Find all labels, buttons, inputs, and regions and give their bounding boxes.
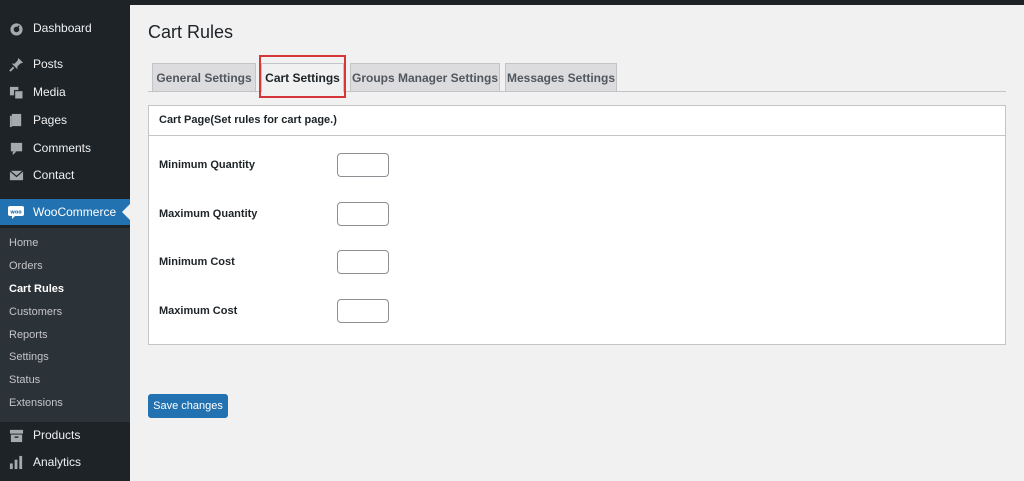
submenu-item-status[interactable]: Status <box>9 370 40 390</box>
panel-header: Cart Page(Set rules for cart page.) <box>149 106 1005 136</box>
maximum-cost-label: Maximum Cost <box>159 305 238 317</box>
minimum-quantity-label: Minimum Quantity <box>159 159 255 171</box>
sidebar-item-posts[interactable]: Posts <box>0 51 130 77</box>
sidebar-item-dashboard[interactable]: Dashboard <box>0 15 130 41</box>
sidebar-item-label: WooCommerce <box>33 205 117 219</box>
media-icon <box>8 84 24 100</box>
minimum-quantity-input[interactable] <box>337 153 389 177</box>
sidebar-item-label: Comments <box>33 141 92 155</box>
submenu-item-home[interactable]: Home <box>9 233 38 253</box>
submenu-item-settings[interactable]: Settings <box>9 347 49 367</box>
cart-settings-panel: Cart Page(Set rules for cart page.) Mini… <box>148 105 1006 345</box>
sidebar-item-label: Analytics <box>33 455 82 469</box>
maximum-quantity-input[interactable] <box>337 202 389 226</box>
panel-title: Cart Page(Set rules for cart page.) <box>159 114 337 126</box>
sidebar-item-analytics[interactable]: Analytics <box>0 449 130 475</box>
comments-icon <box>8 140 24 156</box>
sidebar-item-comments[interactable]: Comments <box>0 135 130 161</box>
tab-messages-settings[interactable]: Messages Settings <box>505 63 617 91</box>
sidebar-item-pages[interactable]: Pages <box>0 107 130 133</box>
maximum-quantity-label: Maximum Quantity <box>159 208 258 220</box>
submenu-item-customers[interactable]: Customers <box>9 302 62 322</box>
woocommerce-submenu: Home Orders Cart Rules Customers Reports… <box>0 228 130 422</box>
minimum-cost-label: Minimum Cost <box>159 256 235 268</box>
sidebar-item-label: Dashboard <box>33 21 92 35</box>
pin-icon <box>8 56 24 72</box>
products-icon <box>8 427 24 443</box>
sidebar-item-label: Posts <box>33 57 64 71</box>
dashboard-icon <box>8 20 24 36</box>
page-title: Cart Rules <box>148 22 234 42</box>
mail-icon <box>8 167 24 183</box>
top-bar <box>0 0 1024 5</box>
tab-highlight-box <box>259 55 346 98</box>
sidebar-item-contact[interactable]: Contact <box>0 162 130 188</box>
woo-icon: woo <box>8 204 24 220</box>
sidebar-item-woocommerce[interactable]: woo WooCommerce <box>0 199 130 225</box>
sidebar-item-label: Products <box>33 428 81 442</box>
tab-groups-manager-settings[interactable]: Groups Manager Settings <box>350 63 500 91</box>
svg-text:woo: woo <box>10 210 22 216</box>
sidebar-item-label: Pages <box>33 113 68 127</box>
submenu-item-cart-rules[interactable]: Cart Rules <box>9 279 64 299</box>
submenu-item-orders[interactable]: Orders <box>9 256 43 276</box>
submenu-item-extensions[interactable]: Extensions <box>9 393 63 413</box>
admin-sidebar: Dashboard Posts Media Pages Comments Con… <box>0 0 130 481</box>
submenu-item-reports[interactable]: Reports <box>9 325 48 345</box>
pages-icon <box>8 112 24 128</box>
maximum-cost-input[interactable] <box>337 299 389 323</box>
save-changes-button[interactable]: Save changes <box>148 394 228 418</box>
tab-general-settings[interactable]: General Settings <box>152 63 256 91</box>
sidebar-item-products[interactable]: Products <box>0 422 130 448</box>
sidebar-item-media[interactable]: Media <box>0 79 130 105</box>
analytics-icon <box>8 454 24 470</box>
current-menu-arrow <box>122 204 130 220</box>
minimum-cost-input[interactable] <box>337 250 389 274</box>
sidebar-item-label: Contact <box>33 168 75 182</box>
sidebar-item-label: Media <box>33 85 66 99</box>
